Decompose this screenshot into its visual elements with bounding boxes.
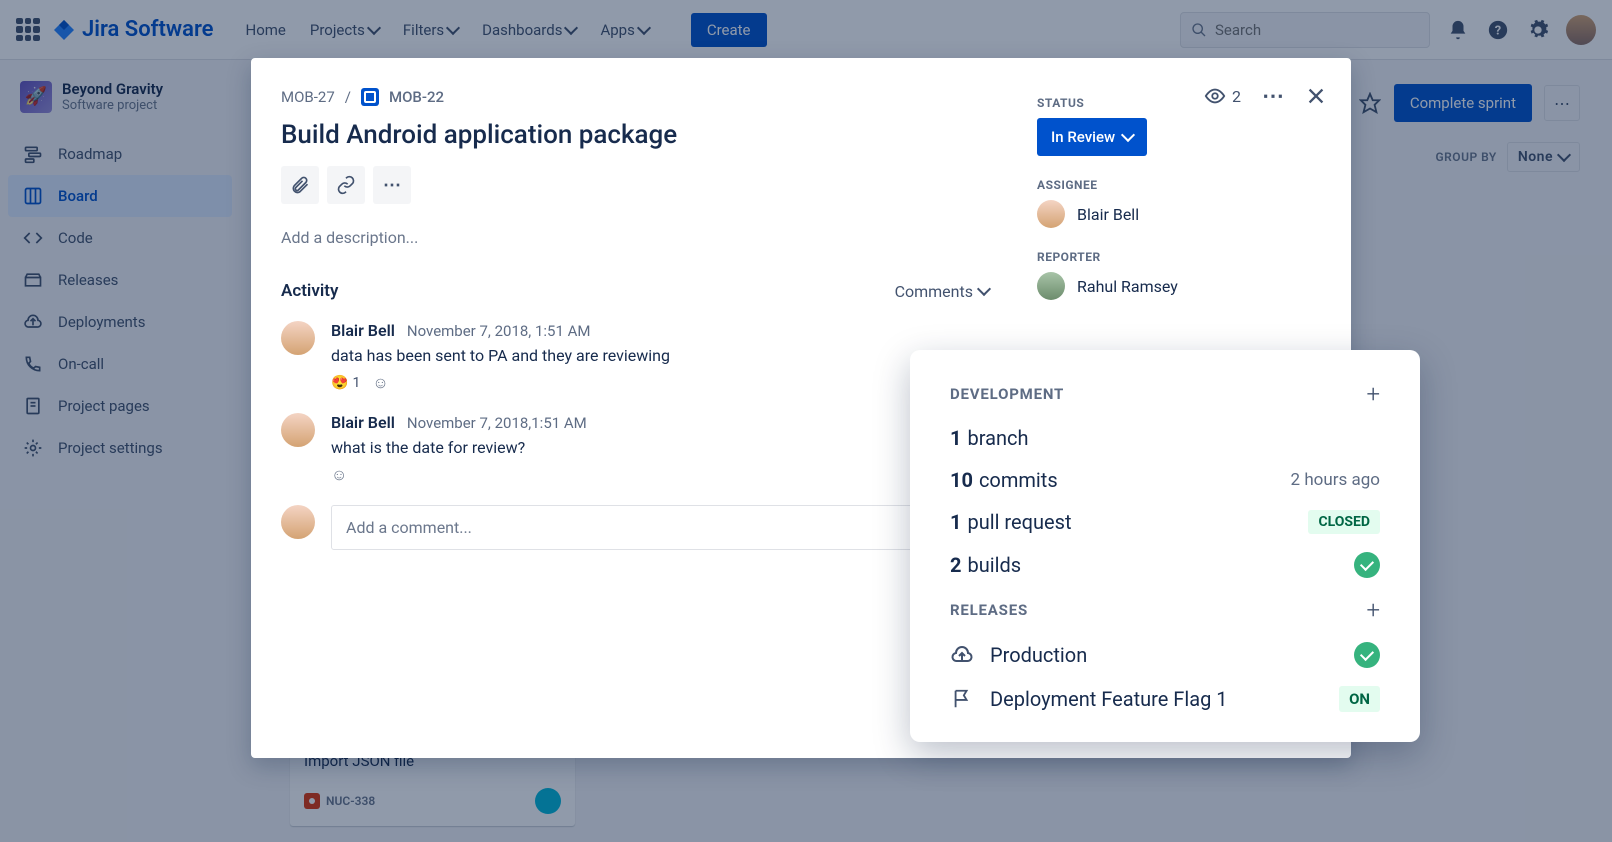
assignee-name: Blair Bell: [1077, 205, 1139, 224]
assignee-avatar: [1037, 200, 1065, 228]
comment-date: November 7, 2018, 1:51 AM: [407, 322, 591, 340]
cloud-upload-icon: [950, 643, 974, 667]
reporter-label: REPORTER: [1037, 250, 1327, 264]
close-icon: [1305, 85, 1327, 107]
my-avatar: [281, 505, 315, 539]
add-development-button[interactable]: +: [1366, 380, 1380, 408]
add-release-button[interactable]: +: [1366, 596, 1380, 624]
activity-filter[interactable]: Comments: [895, 282, 989, 301]
comment-avatar[interactable]: [281, 321, 315, 355]
status-button[interactable]: In Review: [1037, 118, 1147, 156]
reporter-field[interactable]: Rahul Ramsey: [1037, 272, 1327, 300]
add-reaction-button[interactable]: ☺: [372, 373, 388, 393]
eye-icon: [1204, 85, 1226, 107]
description-field[interactable]: Add a description...: [281, 228, 989, 247]
commits-timestamp: 2 hours ago: [1291, 470, 1380, 490]
comment-author[interactable]: Blair Bell: [331, 321, 395, 340]
comment-input[interactable]: Add a comment...: [331, 505, 989, 550]
branch-row[interactable]: 1branch: [950, 426, 1380, 450]
pull-request-row[interactable]: 1pull requestCLOSED: [950, 510, 1380, 534]
attach-button[interactable]: [281, 166, 319, 204]
close-button[interactable]: [1305, 85, 1327, 107]
builds-row[interactable]: 2builds: [950, 552, 1380, 578]
commits-row[interactable]: 10commits2 hours ago: [950, 468, 1380, 492]
more-actions-button[interactable]: ⋯: [373, 166, 411, 204]
reporter-name: Rahul Ramsey: [1077, 277, 1178, 296]
comment-avatar[interactable]: [281, 413, 315, 447]
comment-text: what is the date for review?: [331, 438, 989, 457]
link-icon: [336, 175, 356, 195]
success-icon: [1354, 642, 1380, 668]
add-reaction-button[interactable]: ☺: [331, 465, 347, 485]
watch-count: 2: [1232, 87, 1241, 106]
pr-status-badge: CLOSED: [1308, 510, 1380, 534]
assignee-field[interactable]: Blair Bell: [1037, 200, 1327, 228]
link-button[interactable]: [327, 166, 365, 204]
story-icon: [361, 88, 379, 106]
development-panel: DEVELOPMENT + 1branch 10commits2 hours a…: [910, 350, 1420, 742]
feature-flag-row[interactable]: Deployment Feature Flag 1 ON: [950, 686, 1380, 712]
comment: Blair Bell November 7, 2018,1:51 AM what…: [281, 413, 989, 485]
comment-text: data has been sent to PA and they are re…: [331, 346, 989, 365]
chevron-down-icon: [977, 282, 991, 296]
flag-icon: [950, 687, 974, 711]
reporter-avatar: [1037, 272, 1065, 300]
reaction[interactable]: 😍1: [331, 375, 360, 391]
breadcrumb: MOB-27 / MOB-22: [281, 88, 989, 106]
releases-heading: RELEASES: [950, 601, 1028, 619]
breadcrumb-parent[interactable]: MOB-27: [281, 88, 335, 106]
chevron-down-icon: [1121, 128, 1135, 142]
watch-button[interactable]: 2: [1204, 85, 1241, 107]
issue-more-button[interactable]: ⋯: [1261, 84, 1285, 108]
attachment-icon: [290, 175, 310, 195]
comment: Blair Bell November 7, 2018, 1:51 AM dat…: [281, 321, 989, 393]
comment-date: November 7, 2018,1:51 AM: [407, 414, 587, 432]
assignee-label: ASSIGNEE: [1037, 178, 1327, 192]
comment-author[interactable]: Blair Bell: [331, 413, 395, 432]
success-icon: [1354, 552, 1380, 578]
production-row[interactable]: Production: [950, 642, 1380, 668]
issue-title[interactable]: Build Android application package: [281, 120, 989, 150]
flag-status-badge: ON: [1339, 686, 1380, 712]
activity-heading: Activity: [281, 281, 338, 301]
development-heading: DEVELOPMENT: [950, 385, 1064, 403]
breadcrumb-issue[interactable]: MOB-22: [389, 88, 444, 106]
